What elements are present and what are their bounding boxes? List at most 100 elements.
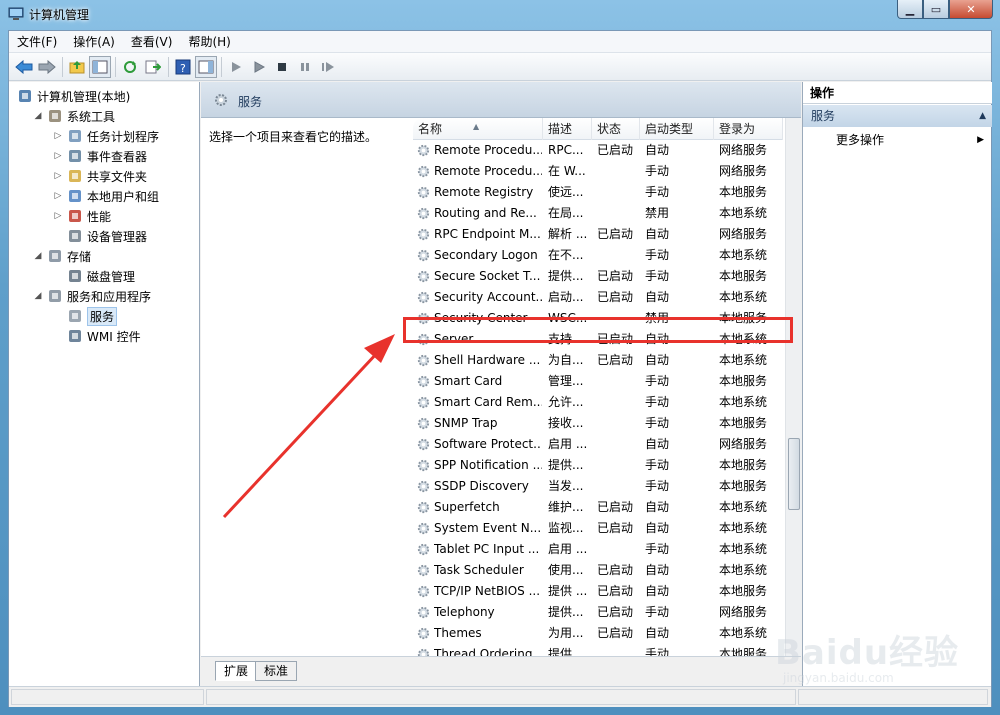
service-row[interactable]: SPP Notification ... 提供... 手动 本地服务: [413, 455, 783, 476]
performance-icon: [69, 210, 81, 222]
service-row[interactable]: Thread Ordering... 提供... 手动 本地服务: [413, 644, 783, 656]
services-icon: [69, 310, 81, 322]
menu-action[interactable]: 操作(A): [65, 31, 123, 53]
services-gear-icon: [215, 94, 227, 106]
service-row[interactable]: Telephony 提供... 已启动 手动 网络服务: [413, 602, 783, 623]
tree-collapse-icon[interactable]: ◢: [33, 111, 43, 121]
service-row[interactable]: Security Account... 启动... 已启动 自动 本地系统: [413, 287, 783, 308]
start-service-button[interactable]: [225, 56, 247, 78]
tree-expand-icon[interactable]: ▷: [53, 131, 63, 141]
title-bar[interactable]: 计算机管理 ▁ ▭ ✕: [0, 0, 1000, 28]
console-tree[interactable]: 计算机管理(本地) ◢ 系统工具 ▷ 任务计划程序 ▷ 事件查看器 ▷ 共享文件夹 ▷ 本地用户和组…: [9, 82, 200, 686]
service-row[interactable]: Shell Hardware ... 为自... 已启动 自动 本地系统: [413, 350, 783, 371]
tree-node[interactable]: 计算机管理(本地): [13, 86, 130, 106]
forward-button[interactable]: [36, 56, 58, 78]
tree-node-label: 计算机管理(本地): [37, 89, 131, 104]
export-list-button[interactable]: [142, 56, 164, 78]
tree-expand-icon[interactable]: ▷: [53, 171, 63, 181]
tree-node[interactable]: ▷ 性能: [53, 206, 111, 226]
tree-node[interactable]: ◢ 存储: [33, 246, 91, 266]
services-list[interactable]: 名称 ▲ 描述 状态 启动类型 登录为 Remote Procedu... RPC.…: [413, 118, 801, 656]
service-status: [597, 455, 643, 476]
tree-node[interactable]: ◢ 服务和应用程序: [33, 286, 151, 306]
service-startup-type: 自动: [645, 143, 670, 157]
service-description: RPC...: [548, 143, 584, 157]
service-startup-type: 禁用: [645, 206, 670, 220]
tree-node[interactable]: WMI 控件: [53, 326, 141, 346]
service-logon: 本地系统: [719, 500, 768, 514]
minimize-button[interactable]: ▁: [897, 0, 923, 19]
menu-help[interactable]: 帮助(H): [180, 31, 238, 53]
service-description: 启用 ...: [548, 542, 588, 556]
up-level-button[interactable]: [66, 56, 88, 78]
service-row[interactable]: SNMP Trap 接收... 手动 本地服务: [413, 413, 783, 434]
service-status: 已启动: [597, 563, 634, 577]
service-row[interactable]: Secure Socket T... 提供... 已启动 手动 本地服务: [413, 266, 783, 287]
tab-standard[interactable]: 标准: [255, 661, 298, 681]
service-row[interactable]: Remote Registry 使远... 手动 本地服务: [413, 182, 783, 203]
service-row[interactable]: RPC Endpoint M... 解析 ... 已启动 自动 网络服务: [413, 224, 783, 245]
service-row[interactable]: Smart Card 管理... 手动 本地服务: [413, 371, 783, 392]
tree-collapse-icon[interactable]: ◢: [33, 251, 43, 261]
service-status: 已启动: [597, 353, 634, 367]
back-button[interactable]: [13, 56, 35, 78]
show-hide-tree-button[interactable]: [89, 55, 111, 78]
close-button[interactable]: ✕: [949, 0, 993, 19]
refresh-button[interactable]: [119, 56, 141, 78]
service-name: Remote Registry: [434, 185, 534, 199]
service-row[interactable]: Themes 为用... 已启动 自动 本地系统: [413, 623, 783, 644]
service-description: 启动...: [548, 290, 584, 304]
tree-node[interactable]: 磁盘管理: [53, 266, 135, 286]
tree-node[interactable]: ◢ 系统工具: [33, 106, 115, 126]
service-row[interactable]: Remote Procedu... 在 W... 手动 网络服务: [413, 161, 783, 182]
vertical-scrollbar[interactable]: [785, 118, 801, 656]
column-name[interactable]: 名称 ▲: [413, 118, 543, 140]
tree-node[interactable]: 服务: [53, 306, 118, 326]
more-actions-item[interactable]: 更多操作 ▶: [803, 130, 992, 150]
tree-expand-icon[interactable]: ▷: [53, 151, 63, 161]
service-name: Secondary Logon: [434, 248, 538, 262]
column-description[interactable]: 描述: [543, 118, 592, 140]
tree-node[interactable]: ▷ 事件查看器: [53, 146, 147, 166]
column-log-on-as[interactable]: 登录为: [714, 118, 783, 140]
tree-node[interactable]: 设备管理器: [53, 226, 147, 246]
pause-service-button[interactable]: [294, 56, 316, 78]
start-service-alt-button[interactable]: [248, 56, 270, 78]
tree-node[interactable]: ▷ 任务计划程序: [53, 126, 159, 146]
service-row[interactable]: Routing and Re... 在局... 禁用 本地系统: [413, 203, 783, 224]
show-hide-action-pane-button[interactable]: [195, 55, 217, 78]
column-status[interactable]: 状态: [592, 118, 640, 140]
actions-title: 操作: [803, 82, 992, 104]
service-startup-type: 自动: [645, 626, 670, 640]
tab-extended[interactable]: 扩展: [215, 661, 258, 681]
scrollbar-thumb[interactable]: [788, 438, 800, 510]
menu-view[interactable]: 查看(V): [123, 31, 181, 53]
tree-node[interactable]: ▷ 共享文件夹: [53, 166, 147, 186]
wmi-control-icon: [69, 330, 81, 342]
tree-collapse-icon[interactable]: ◢: [33, 291, 43, 301]
service-row[interactable]: Smart Card Rem... 允许... 手动 本地系统: [413, 392, 783, 413]
restart-service-button[interactable]: [317, 56, 339, 78]
service-row[interactable]: SSDP Discovery 当发... 手动 本地服务: [413, 476, 783, 497]
actions-section-services[interactable]: 服务 ▲: [803, 105, 992, 127]
tree-node[interactable]: ▷ 本地用户和组: [53, 186, 159, 206]
service-status: [597, 476, 643, 497]
stop-service-button[interactable]: [271, 56, 293, 78]
service-row[interactable]: Tablet PC Input ... 启用 ... 手动 本地系统: [413, 539, 783, 560]
maximize-button[interactable]: ▭: [923, 0, 949, 19]
service-row[interactable]: Remote Procedu... RPC... 已启动 自动 网络服务: [413, 140, 783, 161]
column-startup-type[interactable]: 启动类型: [640, 118, 714, 140]
help-button[interactable]: ?: [172, 56, 194, 78]
service-row[interactable]: System Event N... 监视... 已启动 自动 本地系统: [413, 518, 783, 539]
tree-expand-icon[interactable]: ▷: [53, 211, 63, 221]
service-row[interactable]: Task Scheduler 使用... 已启动 自动 本地系统: [413, 560, 783, 581]
service-row[interactable]: TCP/IP NetBIOS ... 提供 ... 已启动 自动 本地服务: [413, 581, 783, 602]
service-row[interactable]: Superfetch 维护... 已启动 自动 本地系统: [413, 497, 783, 518]
service-gear-icon: [417, 144, 430, 157]
service-name: Remote Procedu...: [434, 164, 542, 178]
service-row[interactable]: Software Protect... 启用 ... 自动 网络服务: [413, 434, 783, 455]
local-users-icon: [69, 190, 81, 202]
service-row[interactable]: Secondary Logon 在不... 手动 本地系统: [413, 245, 783, 266]
menu-file[interactable]: 文件(F): [9, 31, 65, 53]
tree-expand-icon[interactable]: ▷: [53, 191, 63, 201]
